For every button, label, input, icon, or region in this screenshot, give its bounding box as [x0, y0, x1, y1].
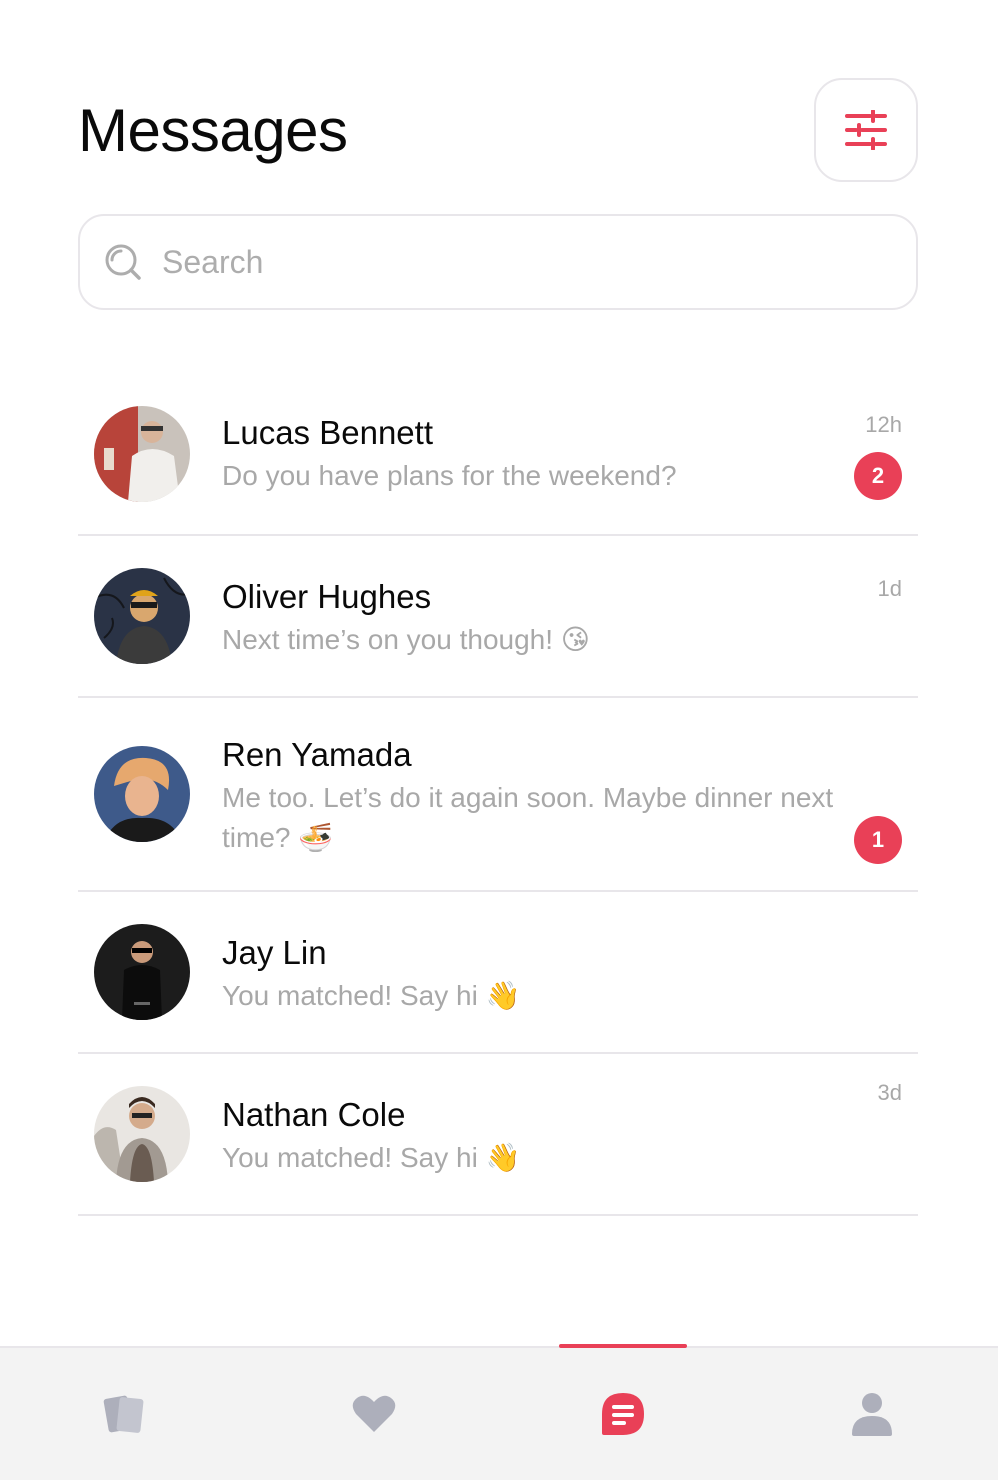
- conversation-row[interactable]: Ren Yamada Me too. Let’s do it again soo…: [78, 698, 918, 1105]
- avatar: [94, 1086, 190, 1182]
- avatar: [94, 924, 190, 1020]
- tab-profile[interactable]: [747, 1348, 996, 1480]
- contact-name: Jay Lin: [222, 934, 327, 971]
- message-preview: You matched! Say hi 👋: [222, 1142, 521, 1173]
- tab-messages[interactable]: [498, 1348, 747, 1480]
- avatar: [94, 746, 190, 842]
- conversation-row[interactable]: Oliver Hughes Next time’s on you though!…: [78, 536, 918, 698]
- bottom-tab-bar: [0, 1344, 998, 1480]
- search-input[interactable]: [162, 243, 802, 281]
- cards-icon: [103, 1395, 143, 1433]
- conversation-row[interactable]: Jay Lin You matched! Say hi 👋: [78, 892, 918, 1054]
- conversation-row[interactable]: Nathan Cole You matched! Say hi 👋: [78, 1054, 918, 1216]
- message-time: 12h: [865, 412, 902, 437]
- chat-icon: [601, 1393, 644, 1435]
- avatar: [94, 406, 190, 502]
- message-preview: Do you have plans for the weekend?: [222, 460, 677, 491]
- contact-name: Lucas Bennett: [222, 414, 433, 451]
- search-icon: [104, 243, 142, 281]
- conversation-row[interactable]: Lucas Bennett Do you have plans for the …: [78, 372, 918, 536]
- unread-badge: 1: [854, 816, 902, 864]
- sliders-icon: [845, 110, 887, 150]
- search-bar[interactable]: [78, 214, 918, 310]
- message-time: 1d: [877, 576, 902, 601]
- person-icon: [851, 1393, 892, 1436]
- message-preview: You matched! Say hi 👋: [222, 980, 521, 1011]
- contact-name: Ren Yamada: [222, 736, 412, 773]
- tab-matches[interactable]: [249, 1348, 498, 1480]
- message-preview: Me too. Let’s do it again soon. Maybe di…: [222, 782, 834, 853]
- contact-name: Nathan Cole: [222, 1096, 406, 1133]
- conversation-list: Lucas Bennett Do you have plans for the …: [78, 372, 918, 1216]
- header: Messages: [78, 78, 918, 182]
- contact-name: Oliver Hughes: [222, 578, 432, 615]
- unread-badge: 2: [854, 452, 902, 500]
- avatar: [94, 568, 190, 664]
- message-preview: Next time’s on you though! 😘: [222, 624, 590, 655]
- heart-icon: [352, 1395, 395, 1432]
- tab-discover[interactable]: [0, 1348, 249, 1480]
- filter-button[interactable]: [814, 78, 918, 182]
- page-title: Messages: [78, 97, 348, 164]
